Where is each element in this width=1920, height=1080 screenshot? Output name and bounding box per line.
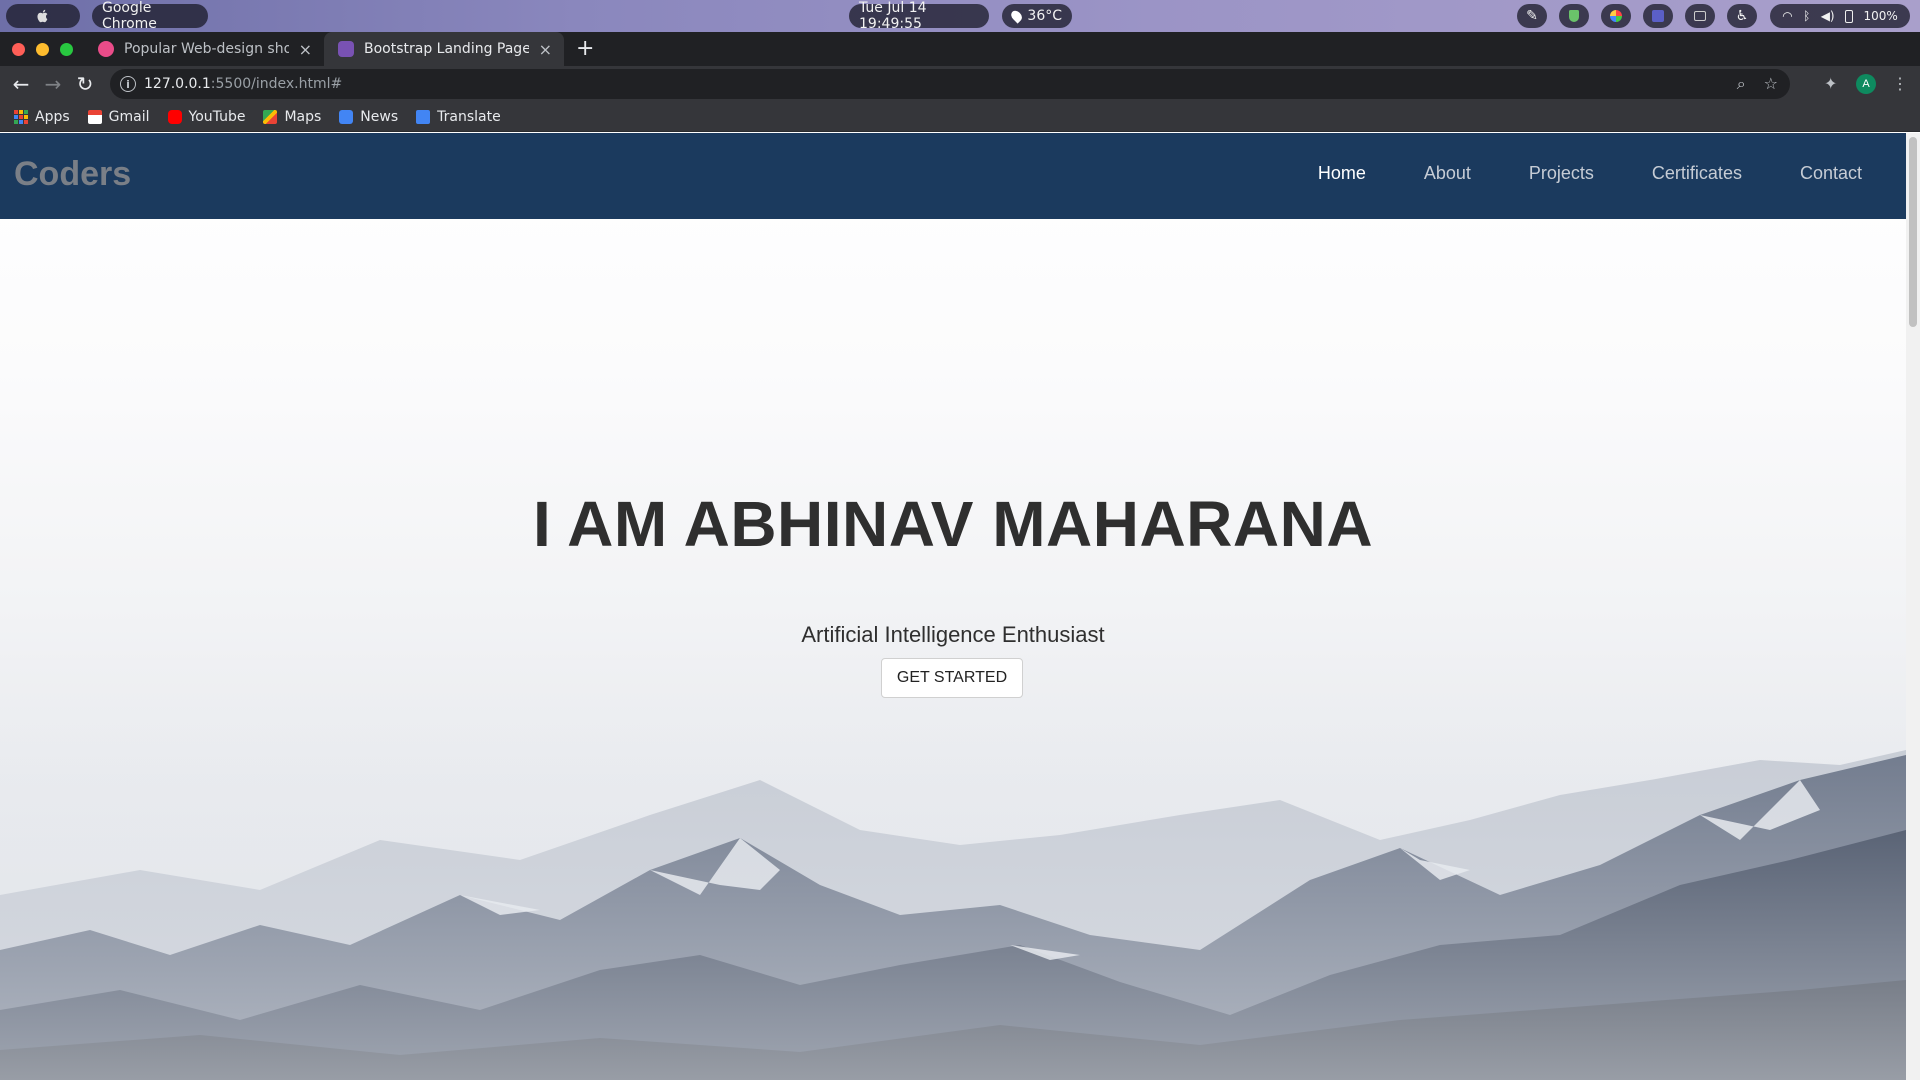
bookmark-apps[interactable]: Apps <box>14 109 70 125</box>
gmail-icon <box>87 109 102 124</box>
nav-about[interactable]: About <box>1424 163 1471 184</box>
bookmark-translate[interactable]: Translate <box>416 109 501 125</box>
weather-widget[interactable]: 36°C <box>1002 4 1072 28</box>
apps-grid-icon <box>14 109 28 124</box>
bookmark-maps[interactable]: Maps <box>263 109 321 125</box>
page-viewport: Coders Home About Projects Certificates … <box>0 133 1906 1080</box>
nav-projects[interactable]: Projects <box>1529 163 1594 184</box>
zoom-icon[interactable]: ⌕ <box>1737 74 1746 94</box>
bookmark-label: YouTube <box>188 108 246 125</box>
close-window-button[interactable] <box>12 43 25 56</box>
new-tab-button[interactable]: + <box>576 36 594 61</box>
forward-button[interactable]: → <box>41 72 65 96</box>
maps-icon <box>263 109 278 124</box>
active-app-name[interactable]: Google Chrome <box>92 0 208 32</box>
hero-subtitle: Artificial Intelligence Enthusiast <box>801 622 1105 647</box>
wifi-icon[interactable]: ◠ <box>1782 9 1792 23</box>
weather-label: 36°C <box>1027 8 1062 24</box>
bookmark-label: Translate <box>437 108 501 125</box>
hero-section: I AM ABHINAV MAHARANA Artificial Intelli… <box>0 219 1906 1080</box>
site-navbar: Coders Home About Projects Certificates … <box>0 133 1906 219</box>
news-icon <box>339 109 354 124</box>
close-tab-icon[interactable]: × <box>539 40 552 59</box>
browser-toolbar: ← → ↻ i 127.0.0.1 :5500/index.html# ⌕ ☆ … <box>0 66 1920 102</box>
maximize-window-button[interactable] <box>60 43 73 56</box>
tab-popular-web-design[interactable]: Popular Web-design shot × <box>84 32 324 66</box>
get-started-button[interactable]: GET STARTED <box>881 658 1023 698</box>
battery-icon[interactable] <box>1845 9 1854 23</box>
shield-icon[interactable] <box>1559 4 1589 28</box>
translate-icon <box>416 109 431 124</box>
site-brand[interactable]: Coders <box>14 155 131 194</box>
tab-strip: Popular Web-design shot × Bootstrap Land… <box>0 32 1920 66</box>
app-name-label: Google Chrome <box>102 0 157 32</box>
hero-title: I AM ABHINAV MAHARANA <box>532 488 1374 560</box>
close-tab-icon[interactable]: × <box>299 40 312 59</box>
tab-title: Bootstrap Landing Page <box>364 41 529 57</box>
accessibility-icon[interactable]: ♿ <box>1727 4 1757 28</box>
mountain-background-image <box>0 720 1906 1080</box>
extensions-icon[interactable]: ✦ <box>1824 74 1837 94</box>
bootstrap-icon <box>338 41 354 57</box>
url-host: 127.0.0.1 <box>144 76 211 92</box>
bookmark-news[interactable]: News <box>339 109 398 125</box>
teams-icon[interactable] <box>1643 4 1673 28</box>
youtube-icon <box>167 109 182 124</box>
minimize-window-button[interactable] <box>36 43 49 56</box>
nav-contact[interactable]: Contact <box>1800 163 1862 184</box>
dribbble-icon <box>98 41 114 57</box>
status-tray[interactable]: ◠ ᛒ ◀) 100% <box>1770 4 1910 28</box>
palette-icon[interactable] <box>1601 4 1631 28</box>
site-info-icon[interactable]: i <box>120 76 136 92</box>
apple-menu[interactable] <box>6 4 80 28</box>
bookmark-label: Gmail <box>108 108 150 125</box>
bookmark-youtube[interactable]: YouTube <box>167 108 246 125</box>
tab-bootstrap-landing[interactable]: Bootstrap Landing Page × <box>324 32 564 66</box>
bookmarks-bar: Apps Gmail YouTube Maps News Translate <box>0 102 1920 132</box>
screen-icon[interactable] <box>1685 4 1715 28</box>
back-button[interactable]: ← <box>9 72 33 96</box>
datetime-label: Tue Jul 14 19:49:55 <box>859 0 927 32</box>
bookmark-label: Maps <box>284 108 322 125</box>
volume-icon[interactable]: ◀) <box>1821 9 1835 23</box>
weather-icon <box>1009 8 1025 24</box>
profile-avatar[interactable]: A <box>1856 74 1876 94</box>
tab-title: Popular Web-design shot <box>124 41 289 57</box>
more-menu-icon[interactable]: ⋮ <box>1892 74 1908 94</box>
nav-links: Home About Projects Certificates Contact <box>1318 163 1862 184</box>
battery-label: 100% <box>1863 9 1898 23</box>
url-path: :5500/index.html# <box>210 76 343 92</box>
nav-certificates[interactable]: Certificates <box>1652 163 1742 184</box>
address-bar[interactable]: i 127.0.0.1 :5500/index.html# ⌕ ☆ <box>110 69 1790 99</box>
clock[interactable]: Tue Jul 14 19:49:55 <box>849 0 989 32</box>
page-scrollbar[interactable] <box>1906 133 1920 1080</box>
bookmark-label: News <box>360 108 399 125</box>
bookmark-gmail[interactable]: Gmail <box>87 108 150 125</box>
apple-icon <box>37 9 48 23</box>
bookmark-label: Apps <box>35 108 70 125</box>
pen-icon[interactable]: ✎ <box>1517 4 1547 28</box>
bluetooth-icon[interactable]: ᛒ <box>1803 9 1810 23</box>
bookmark-star-icon[interactable]: ☆ <box>1764 74 1778 94</box>
scrollbar-thumb[interactable] <box>1909 137 1917 327</box>
system-menu-bar: Google Chrome Tue Jul 14 19:49:55 36°C ✎… <box>0 0 1920 32</box>
nav-home[interactable]: Home <box>1318 163 1366 184</box>
reload-button[interactable]: ↻ <box>73 72 97 96</box>
